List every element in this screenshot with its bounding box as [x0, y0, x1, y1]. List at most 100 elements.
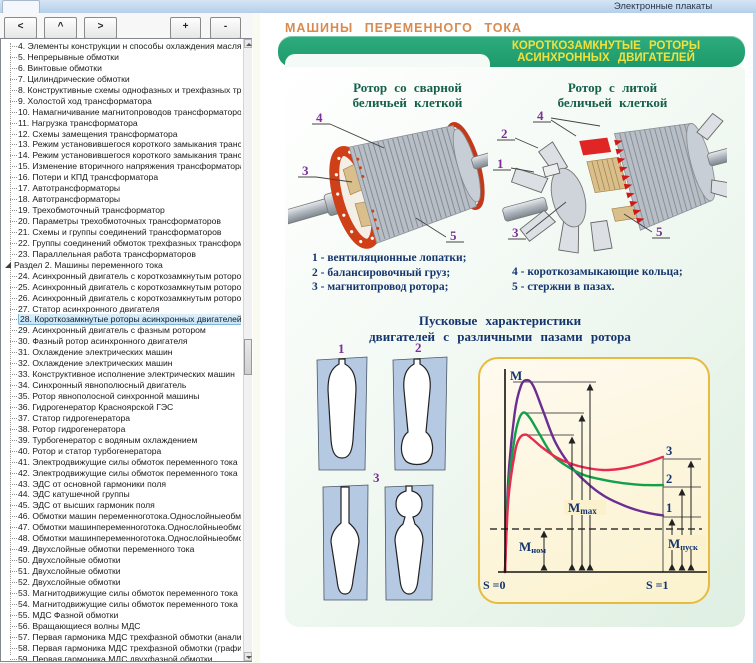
tree-item[interactable]: 40. Ротор и статор турбогенератора	[1, 446, 241, 457]
tree-item[interactable]: 16. Потери и КПД трансформатора	[1, 172, 241, 183]
tree-item[interactable]: 31. Охлаждение электрических машин	[1, 347, 241, 358]
legend-line: 1 - вентиляционные лопатки;	[312, 251, 466, 266]
legend-line: 5 - стержни в пазах.	[512, 280, 683, 295]
tree-item[interactable]: 10. Намагничивание магнитопроводов транс…	[1, 107, 241, 118]
tree-item[interactable]: 59. Первая гармоника МДС двухфазной обмо…	[1, 654, 241, 663]
scroll-up-icon[interactable]	[244, 39, 252, 48]
tree-item-label: 22. Группы соединений обмоток трехфазных…	[18, 238, 241, 248]
tree-scrollbar[interactable]	[243, 39, 252, 661]
tree-item[interactable]: 13. Режим установившегося короткого замы…	[1, 139, 241, 150]
tree-item[interactable]: 27. Статор асинхронного двигателя	[1, 304, 241, 315]
callout-5: 5	[450, 228, 457, 243]
tree-item[interactable]: 50. Двухслойные обмотки	[1, 555, 241, 566]
expander-icon[interactable]	[5, 262, 11, 268]
tree-item[interactable]: 24. Асинхронный двигатель с короткозамкн…	[1, 271, 241, 282]
tree-item[interactable]: 38. Ротор гидрогенератора	[1, 424, 241, 435]
tree-item[interactable]: 14. Режим установившегося короткого замы…	[1, 150, 241, 161]
tree-item[interactable]: 30. Фазный ротор асинхронного двигателя	[1, 336, 241, 347]
legend-column-2: 4 - короткозамыкающие кольца;5 - стержни…	[512, 265, 683, 294]
tree-item[interactable]: 51. Двухслойные обмотки	[1, 566, 241, 577]
tree-item[interactable]: 25. Асинхронный двигатель с короткозамкн…	[1, 282, 241, 293]
forward-button[interactable]: >	[84, 17, 117, 39]
tree-item[interactable]: 37. Статор гидрогенератора	[1, 413, 241, 424]
tree-item-label: 5. Непрерывные обмотки	[18, 52, 119, 62]
back-button[interactable]: <	[4, 17, 37, 39]
tree-item[interactable]: 57. Первая гармоника МДС трехфазной обмо…	[1, 632, 241, 643]
tree-item[interactable]: 42. Электродвижущие силы обмоток перемен…	[1, 468, 241, 479]
scrollbar-thumb[interactable]	[244, 339, 252, 375]
callout-4: 4	[537, 108, 544, 123]
up-button[interactable]: ^	[44, 17, 77, 39]
tree-item[interactable]: 54. Магнитодвижущие силы обмоток перемен…	[1, 599, 241, 610]
callout-3: 3	[302, 163, 309, 178]
tree-item[interactable]: 15. Изменение вторичного напряжения тран…	[1, 161, 241, 172]
tree-item[interactable]: 49. Двухслойные обмотки переменного тока	[1, 544, 241, 555]
tree-item[interactable]: 21. Схемы и группы соединений трансформа…	[1, 227, 241, 238]
tree-item[interactable]: 52. Двухслойные обмотки	[1, 577, 241, 588]
legend-line: 2 - балансировочный груз;	[312, 266, 466, 281]
scroll-down-icon[interactable]	[244, 652, 252, 661]
tree-item[interactable]: 39. Турбогенератор с водяным охлаждением	[1, 435, 241, 446]
tree-item[interactable]: 53. Магнитодвижущие силы обмоток перемен…	[1, 588, 241, 599]
tree-item-label: 32. Охлаждение электрических машин	[18, 358, 173, 368]
zoom-out-button[interactable]: -	[210, 17, 241, 39]
tree-item[interactable]: 35. Ротор явнополосной синхронной машины	[1, 391, 241, 402]
tree-item[interactable]: 43. ЭДС от основной гармоники поля	[1, 479, 241, 490]
tree-item-label: 21. Схемы и группы соединений трансформа…	[18, 227, 221, 237]
tree-item[interactable]: 11. Нагрузка трансформатора	[1, 118, 241, 129]
curve-label-3: 3	[666, 444, 672, 458]
poster-category-title: МАШИНЫ ПЕРЕМЕННОГО ТОКА	[285, 21, 522, 35]
tree-item[interactable]: 46. Обмотки машин переменноготока.Односл…	[1, 511, 241, 522]
tree-item-label: 35. Ротор явнополосной синхронной машины	[18, 391, 199, 401]
tree-section[interactable]: Раздел 2. Машины переменного тока	[1, 260, 241, 271]
topics-tree-panel: 4. Элементы конструкции н способы охлажд…	[0, 38, 252, 662]
curve-label-1: 1	[666, 501, 672, 515]
tree-item-label: 48. Обмотки машинпеременноготока.Односло…	[18, 533, 241, 543]
tree-item[interactable]: 5. Непрерывные обмотки	[1, 52, 241, 63]
zoom-in-button[interactable]: +	[170, 17, 201, 39]
tree-item[interactable]: 18. Автотрансформаторы	[1, 194, 241, 205]
tree-item-label: 49. Двухслойные обмотки переменного тока	[18, 544, 194, 554]
mnom-label: Mном	[519, 539, 546, 555]
tree-item[interactable]: 44. ЭДС катушечной группы	[1, 489, 241, 500]
tree-item[interactable]: 17. Автотрансформаторы	[1, 183, 241, 194]
tree-item[interactable]: 58. Первая гармоника МДС трехфазной обмо…	[1, 643, 241, 654]
window-menu-fragment	[2, 0, 40, 14]
tree-item[interactable]: 47. Обмотки машинпеременноготока.Односло…	[1, 522, 241, 533]
tree-item[interactable]: 20. Параметры трехобмоточных трансформат…	[1, 216, 241, 227]
tree-item[interactable]: 8. Конструктивные схемы однофазных и тре…	[1, 85, 241, 96]
panel-splitter[interactable]	[253, 13, 260, 663]
tree-item[interactable]: 12. Схемы замещения трансформатора	[1, 129, 241, 140]
tree-item[interactable]: 26. Асинхронный двигатель с короткозамкн…	[1, 293, 241, 304]
tree-item-label: 7. Цилиндрические обмотки	[18, 74, 130, 84]
tree-item-label: 30. Фазный ротор асинхронного двигателя	[18, 336, 188, 346]
tree-item[interactable]: 4. Элементы конструкции н способы охлажд…	[1, 41, 241, 52]
tree-item[interactable]: 56. Вращающиеся волны МДС	[1, 621, 241, 632]
tree-item-label: 9. Холостой ход трансформатора	[18, 96, 152, 106]
callout-4: 4	[316, 110, 323, 125]
tree-item[interactable]: 36. Гидрогенератор Красноярской ГЭС	[1, 402, 241, 413]
tree-item[interactable]: 22. Группы соединений обмоток трехфазных…	[1, 238, 241, 249]
tree-item-label: 57. Первая гармоника МДС трехфазной обмо…	[18, 632, 241, 642]
tree-item[interactable]: 7. Цилиндрические обмотки	[1, 74, 241, 85]
tree-item-label: 52. Двухслойные обмотки	[18, 577, 121, 587]
tree-item[interactable]: 33. Конструктивное исполнение электричес…	[1, 369, 241, 380]
tree-item[interactable]: 48. Обмотки машинпеременноготока.Односло…	[1, 533, 241, 544]
tree-item[interactable]: 45. ЭДС от высших гармоник поля	[1, 500, 241, 511]
tree-item[interactable]: 23. Параллельная работа трансформаторов	[1, 249, 241, 260]
tree-item[interactable]: 34. Синхронный явнополюсный двигатель	[1, 380, 241, 391]
tree-item[interactable]: 6. Винтовые обмотки	[1, 63, 241, 74]
tree-item[interactable]: 32. Охлаждение электрических машин	[1, 358, 241, 369]
legend-line: 4 - короткозамыкающие кольца;	[512, 265, 683, 280]
callout-3: 3	[512, 225, 519, 240]
tree-item[interactable]: 41. Электродвижущие силы обмоток перемен…	[1, 457, 241, 468]
tree-item[interactable]: 55. МДС Фазной обмотки	[1, 610, 241, 621]
tree-item[interactable]: 19. Трехобмоточный трансформатор	[1, 205, 241, 216]
callout-2: 2	[501, 126, 508, 141]
tree-item[interactable]: 29. Асинхронный двигатель с фазным ротор…	[1, 325, 241, 336]
tree-item[interactable]: 9. Холостой ход трансформатора	[1, 96, 241, 107]
tree-item[interactable]: 28. Короткозамкнутые роторы асинхронных …	[1, 314, 241, 325]
end-ring-section	[579, 134, 611, 160]
tree-item-label: 55. МДС Фазной обмотки	[18, 610, 118, 620]
callout-1: 1	[497, 156, 504, 171]
